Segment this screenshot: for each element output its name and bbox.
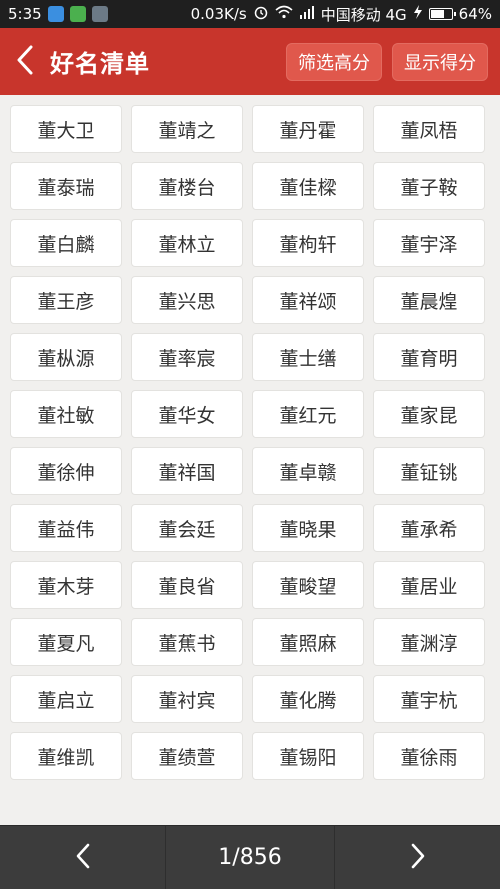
header-actions: 筛选高分 显示得分: [286, 42, 500, 81]
name-cell[interactable]: 董衬宾: [131, 675, 243, 723]
name-cell[interactable]: 董家昆: [373, 390, 485, 438]
status-bar-right: 0.03K/s 中国移动 4G 64%: [191, 4, 492, 25]
status-bar-left: 5:35: [8, 5, 108, 23]
name-cell[interactable]: 董晓果: [252, 504, 364, 552]
name-cell[interactable]: 董蕉书: [131, 618, 243, 666]
name-cell[interactable]: 董畯望: [252, 561, 364, 609]
page-indicator: 1/856: [165, 826, 335, 889]
name-cell[interactable]: 董居业: [373, 561, 485, 609]
name-cell[interactable]: 董宇杭: [373, 675, 485, 723]
name-cell[interactable]: 董华女: [131, 390, 243, 438]
pagination-bar: 1/856: [0, 825, 500, 889]
name-cell[interactable]: 董育明: [373, 333, 485, 381]
name-cell[interactable]: 董凤梧: [373, 105, 485, 153]
chevron-left-icon: [75, 842, 91, 874]
name-cell[interactable]: 董率宸: [131, 333, 243, 381]
name-cell[interactable]: 董良省: [131, 561, 243, 609]
name-grid: 董大卫 董靖之 董丹霍 董凤梧 董泰瑞 董楼台 董佳樑 董子鞍 董白麟 董林立 董枸轩 董宇泽 董王彦董…: [10, 105, 490, 780]
name-cell[interactable]: 董锡阳: [252, 732, 364, 780]
name-cell[interactable]: 董大卫: [10, 105, 122, 153]
name-cell[interactable]: 董林立: [131, 219, 243, 267]
name-cell[interactable]: 董徐雨: [373, 732, 485, 780]
name-cell[interactable]: 董祥国: [131, 447, 243, 495]
filter-high-score-button[interactable]: 筛选高分: [286, 42, 382, 81]
carrier-label: 中国移动 4G: [320, 5, 407, 24]
name-cell[interactable]: 董徐伸: [10, 447, 122, 495]
name-cell[interactable]: 董靖之: [131, 105, 243, 153]
name-cell[interactable]: 董会廷: [131, 504, 243, 552]
show-score-button[interactable]: 显示得分: [392, 42, 488, 81]
status-time: 5:35: [8, 5, 42, 23]
name-cell[interactable]: 董木芽: [10, 561, 122, 609]
name-cell[interactable]: 董兴思: [131, 276, 243, 324]
name-cell[interactable]: 董钲铫: [373, 447, 485, 495]
app-notification-icon: [69, 6, 86, 22]
name-cell[interactable]: 董渊淳: [373, 618, 485, 666]
signal-icon: [299, 5, 315, 23]
name-cell[interactable]: 董丹霍: [252, 105, 364, 153]
name-cell[interactable]: 董士缮: [252, 333, 364, 381]
name-cell[interactable]: 董枞源: [10, 333, 122, 381]
prev-page-button[interactable]: [0, 826, 165, 889]
name-cell[interactable]: 董白麟: [10, 219, 122, 267]
name-cell[interactable]: 董化腾: [252, 675, 364, 723]
name-cell[interactable]: 董照麻: [252, 618, 364, 666]
chevron-right-icon: [410, 842, 426, 874]
chevron-left-icon: [15, 44, 35, 80]
name-cell[interactable]: 董佳樑: [252, 162, 364, 210]
name-cell[interactable]: 董夏凡: [10, 618, 122, 666]
name-cell[interactable]: 董绩萱: [131, 732, 243, 780]
name-cell[interactable]: 董王彦: [10, 276, 122, 324]
name-cell[interactable]: 董祥颂: [252, 276, 364, 324]
name-cell[interactable]: 董子鞍: [373, 162, 485, 210]
name-cell[interactable]: 董红元: [252, 390, 364, 438]
battery-percent: 64%: [458, 5, 492, 23]
app-notification-icon: [47, 6, 64, 22]
name-cell[interactable]: 董承希: [373, 504, 485, 552]
name-cell[interactable]: 董枸轩: [252, 219, 364, 267]
page-title: 好名清单: [50, 50, 150, 78]
next-page-button[interactable]: [335, 826, 500, 889]
name-cell[interactable]: 董泰瑞: [10, 162, 122, 210]
name-cell[interactable]: 董社敏: [10, 390, 122, 438]
name-cell[interactable]: 董启立: [10, 675, 122, 723]
network-speed: 0.03K/s: [190, 5, 247, 23]
app-notification-icon: [91, 6, 108, 22]
charging-icon: [413, 5, 423, 23]
alarm-icon: [253, 4, 269, 24]
name-cell[interactable]: 董维凯: [10, 732, 122, 780]
app-header: 好名清单 筛选高分 显示得分: [0, 28, 500, 95]
name-cell[interactable]: 董楼台: [131, 162, 243, 210]
wifi-icon: [275, 5, 293, 23]
back-button[interactable]: [0, 28, 50, 95]
name-cell[interactable]: 董卓赣: [252, 447, 364, 495]
battery-icon: [428, 8, 456, 20]
name-cell[interactable]: 董益伟: [10, 504, 122, 552]
name-cell[interactable]: 董晨煌: [373, 276, 485, 324]
status-bar: 5:35 0.03K/s 中国移动 4G 64%: [0, 0, 500, 28]
name-cell[interactable]: 董宇泽: [373, 219, 485, 267]
